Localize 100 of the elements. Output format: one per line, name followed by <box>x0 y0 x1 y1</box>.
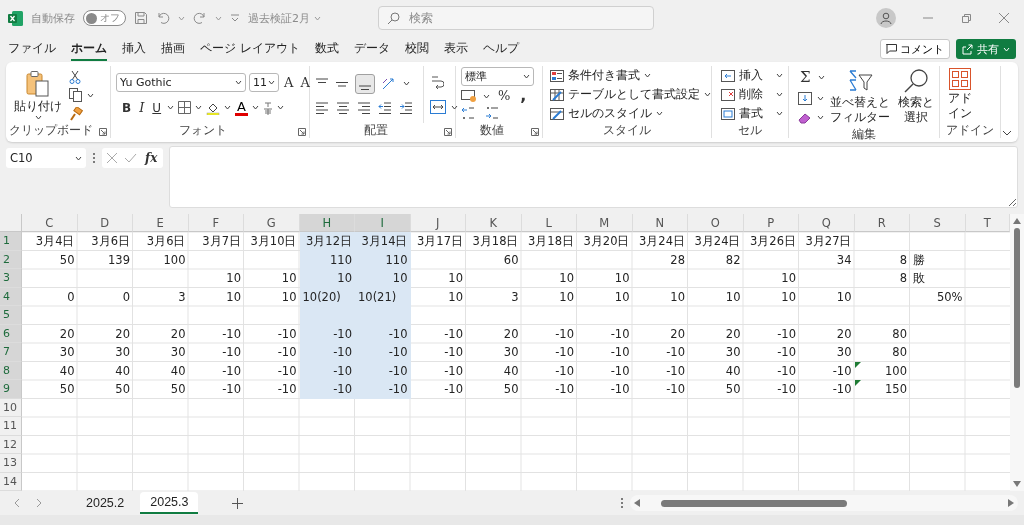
increase-font-size-button[interactable]: A <box>282 74 296 91</box>
menu-tab[interactable]: 挿入 <box>122 37 146 61</box>
font-color-button[interactable]: A <box>235 99 248 116</box>
row-header[interactable]: 11 <box>0 417 22 436</box>
restore-icon[interactable] <box>960 12 972 24</box>
customize-toolbar-icon[interactable] <box>230 14 240 22</box>
dialog-launcher-icon[interactable] <box>298 128 306 136</box>
add-ins-button[interactable]: アド イン <box>945 66 975 123</box>
column-header[interactable]: L <box>521 214 577 232</box>
menu-tab[interactable]: ファイル <box>8 37 56 61</box>
name-box[interactable]: C10 <box>6 148 86 168</box>
scroll-left-icon[interactable] <box>634 499 640 507</box>
scrollbar-thumb[interactable] <box>1014 228 1020 388</box>
dialog-launcher-icon[interactable] <box>99 128 107 136</box>
row-header[interactable]: 5 <box>0 306 22 325</box>
undo-icon[interactable] <box>156 11 170 25</box>
row-header[interactable]: 9 <box>0 380 22 399</box>
align-center-icon[interactable] <box>336 101 350 116</box>
font-name-dropdown[interactable]: Yu Gothic <box>116 73 246 93</box>
scroll-right-icon[interactable] <box>1008 499 1014 507</box>
autosave-toggle[interactable]: オフ <box>83 10 126 26</box>
format-cells-button[interactable]: 書式 <box>721 105 783 122</box>
dialog-launcher-icon[interactable] <box>531 128 539 136</box>
copy-icon[interactable] <box>69 88 82 103</box>
align-right-icon[interactable] <box>357 101 371 116</box>
menu-tab[interactable]: 表示 <box>443 37 468 61</box>
more-options-icon[interactable] <box>620 497 624 509</box>
menu-tab[interactable]: ヘルプ <box>482 37 519 61</box>
vertical-scrollbar[interactable] <box>1010 214 1024 491</box>
scroll-up-icon[interactable] <box>1013 218 1021 224</box>
column-header[interactable]: C <box>22 214 78 232</box>
align-left-icon[interactable] <box>315 101 329 116</box>
horizontal-scrollbar[interactable] <box>630 495 1018 511</box>
cell-styles-button[interactable]: セルのスタイル <box>550 105 663 122</box>
merge-center-icon[interactable] <box>430 100 446 114</box>
row-header[interactable]: 1 <box>0 232 22 251</box>
eraser-icon[interactable] <box>798 111 812 124</box>
menu-tab[interactable]: データ <box>353 37 390 61</box>
column-header[interactable]: M <box>577 214 633 232</box>
font-size-dropdown[interactable]: 11 <box>249 73 279 93</box>
increase-decimal-icon[interactable] <box>461 106 475 120</box>
menu-tab[interactable]: ページ レイアウト <box>200 37 300 61</box>
accounting-format-icon[interactable] <box>461 89 477 103</box>
fill-down-icon[interactable] <box>798 92 812 105</box>
scroll-down-icon[interactable] <box>1013 481 1021 487</box>
column-header[interactable]: Q <box>799 214 855 232</box>
increase-indent-icon[interactable] <box>399 101 413 116</box>
column-header[interactable]: F <box>188 214 244 232</box>
menu-tab[interactable]: 校閲 <box>404 37 429 61</box>
wrap-text-icon[interactable] <box>430 75 444 91</box>
menu-tab[interactable]: ホーム <box>71 37 107 61</box>
decrease-indent-icon[interactable] <box>378 101 392 116</box>
cancel-icon[interactable] <box>106 152 118 164</box>
column-header[interactable]: H <box>299 214 355 232</box>
format-painter-icon[interactable] <box>69 106 83 121</box>
paste-button[interactable]: 貼り付け <box>11 68 65 123</box>
save-icon[interactable] <box>134 11 148 25</box>
row-header[interactable]: 7 <box>0 343 22 362</box>
column-header[interactable]: O <box>688 214 744 232</box>
enter-icon[interactable] <box>124 152 137 164</box>
formula-input[interactable] <box>169 146 1018 208</box>
add-sheet-icon[interactable] <box>232 497 244 509</box>
close-icon[interactable] <box>998 12 1010 24</box>
borders-icon[interactable] <box>178 101 192 115</box>
decrease-decimal-icon[interactable] <box>485 106 499 120</box>
column-header[interactable]: J <box>410 214 466 232</box>
number-format-dropdown[interactable]: 標準 <box>461 67 534 86</box>
underline-button[interactable]: U <box>150 99 164 116</box>
row-header[interactable]: 13 <box>0 454 22 473</box>
share-button[interactable]: 共有 <box>956 39 1016 59</box>
column-header[interactable]: D <box>77 214 133 232</box>
scrollbar-thumb[interactable] <box>661 499 847 507</box>
collapse-ribbon-icon[interactable] <box>1002 130 1012 136</box>
column-header[interactable]: K <box>466 214 522 232</box>
column-header[interactable]: I <box>355 214 411 232</box>
delete-cells-button[interactable]: 削除 <box>721 86 783 103</box>
find-select-button[interactable]: 検索と 選択 <box>894 66 937 127</box>
avatar[interactable] <box>876 8 896 28</box>
sheet-tab[interactable]: 2025.2 <box>76 493 135 513</box>
comma-style-button[interactable]: , <box>518 88 529 104</box>
sort-filter-button[interactable]: 並べ替えと フィルター <box>826 66 893 127</box>
insert-cells-button[interactable]: 挿入 <box>721 67 783 84</box>
comment-button[interactable]: コメント <box>880 39 950 59</box>
sheet-tab[interactable]: 2025.3 <box>140 492 199 514</box>
menu-tab[interactable]: 数式 <box>314 37 339 61</box>
column-header[interactable]: R <box>854 214 910 232</box>
menu-tab[interactable]: 描画 <box>161 37 185 61</box>
dialog-launcher-icon[interactable] <box>444 128 452 136</box>
column-header[interactable]: T <box>965 214 1010 232</box>
next-sheet-icon[interactable] <box>36 498 42 508</box>
italic-button[interactable]: I <box>137 99 147 116</box>
search-field[interactable]: 検索 <box>378 6 654 30</box>
scissors-icon[interactable] <box>69 70 81 85</box>
more-options-icon[interactable] <box>92 152 96 164</box>
column-header[interactable]: N <box>632 214 688 232</box>
text-orientation-icon[interactable] <box>381 76 397 91</box>
redo-icon[interactable] <box>193 11 207 25</box>
column-header[interactable]: S <box>910 214 966 232</box>
conditional-formatting-button[interactable]: 条件付き書式 <box>550 67 651 84</box>
column-header[interactable]: E <box>133 214 189 232</box>
